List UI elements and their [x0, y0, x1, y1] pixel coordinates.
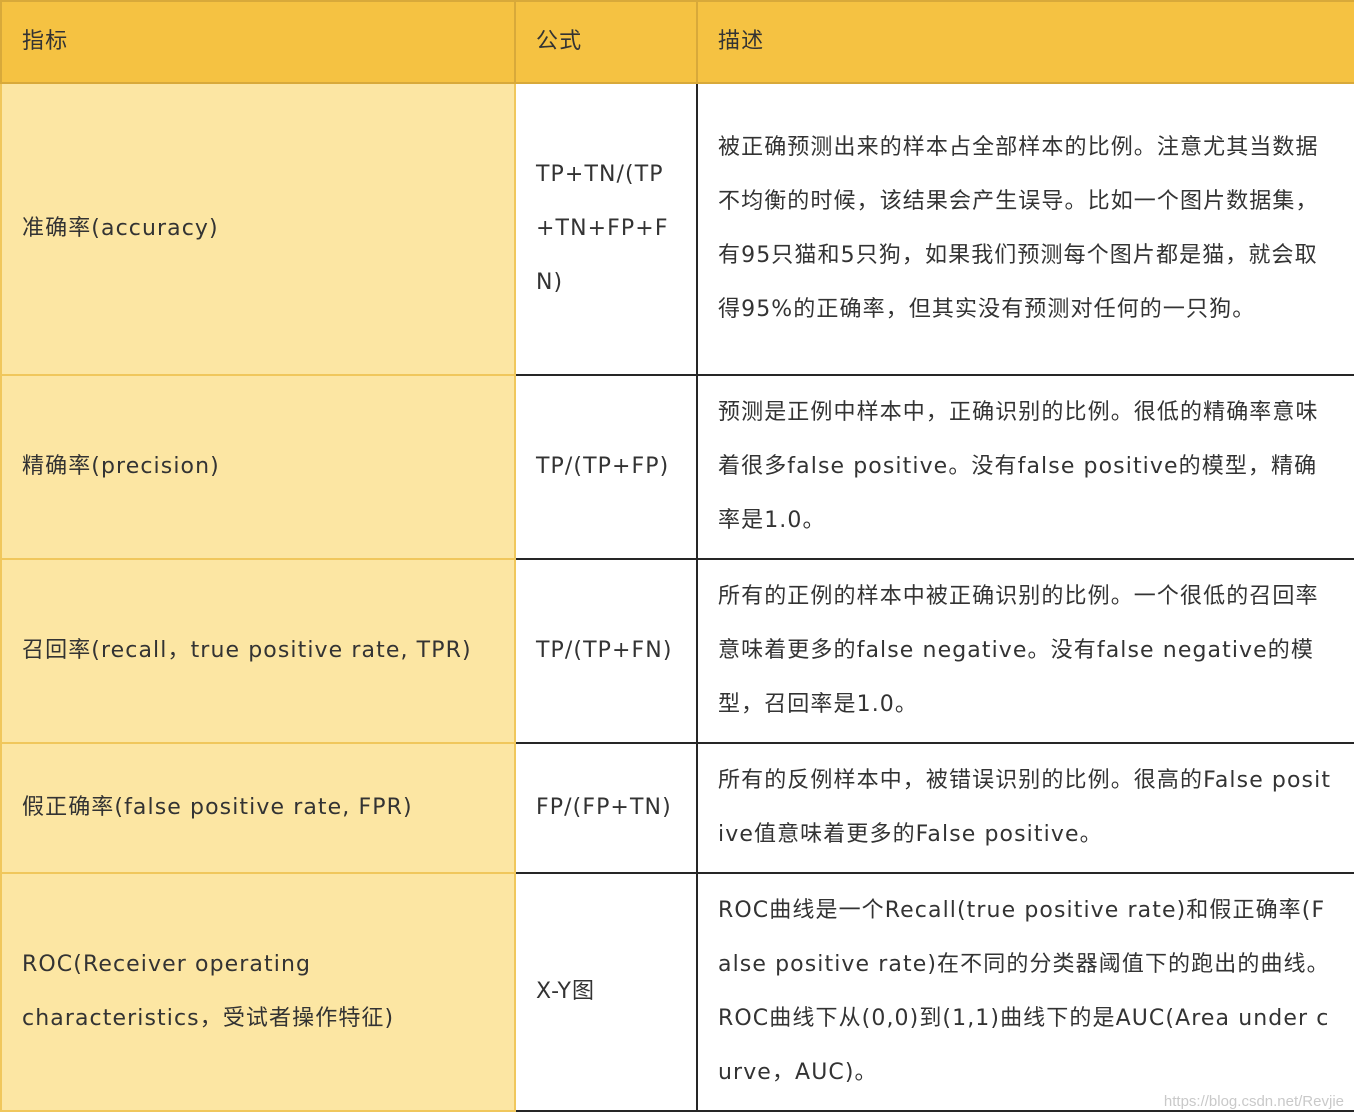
- metric-formula: FP/(FP+TN): [514, 742, 698, 874]
- table-row: 召回率(recall，true positive rate, TPR) TP/(…: [0, 558, 1354, 744]
- header-description: 描述: [696, 0, 1354, 84]
- table-row: 假正确率(false positive rate, FPR) FP/(FP+TN…: [0, 742, 1354, 874]
- table-row: ROC(Receiver operating characteristics，受…: [0, 872, 1354, 1112]
- metric-name: 精确率(precision): [0, 374, 516, 560]
- metric-description: 所有的正例的样本中被正确识别的比例。一个很低的召回率意味着更多的false ne…: [696, 558, 1354, 744]
- metric-description: ROC曲线是一个Recall(true positive rate)和假正确率(…: [696, 872, 1354, 1112]
- header-row: 指标 公式 描述: [0, 0, 1354, 84]
- watermark: https://blog.csdn.net/Revjie: [1163, 1093, 1344, 1110]
- table-header: 指标 公式 描述: [0, 0, 1354, 84]
- metric-name: ROC(Receiver operating characteristics，受…: [0, 872, 516, 1112]
- metric-description: 预测是正例中样本中，正确识别的比例。很低的精确率意味着很多false posit…: [696, 374, 1354, 560]
- table-row: 准确率(accuracy) TP+TN/(TP+TN+FP+FN) 被正确预测出…: [0, 82, 1354, 376]
- header-formula: 公式: [514, 0, 698, 84]
- metric-formula: TP/(TP+FN): [514, 558, 698, 744]
- metric-description: 所有的反例样本中，被错误识别的比例。很高的False positive值意味着更…: [696, 742, 1354, 874]
- metric-formula: TP/(TP+FP): [514, 374, 698, 560]
- metric-name: 召回率(recall，true positive rate, TPR): [0, 558, 516, 744]
- metric-name: 假正确率(false positive rate, FPR): [0, 742, 516, 874]
- header-metric: 指标: [0, 0, 516, 84]
- table-body: 准确率(accuracy) TP+TN/(TP+TN+FP+FN) 被正确预测出…: [0, 82, 1354, 1112]
- metric-formula: TP+TN/(TP+TN+FP+FN): [514, 82, 698, 376]
- metric-name: 准确率(accuracy): [0, 82, 516, 376]
- table-row: 精确率(precision) TP/(TP+FP) 预测是正例中样本中，正确识别…: [0, 374, 1354, 560]
- metric-formula: X-Y图: [514, 872, 698, 1112]
- metric-description: 被正确预测出来的样本占全部样本的比例。注意尤其当数据不均衡的时候，该结果会产生误…: [696, 82, 1354, 376]
- metrics-table: 指标 公式 描述 准确率(accuracy) TP+TN/(TP+TN+FP+F…: [0, 0, 1354, 1112]
